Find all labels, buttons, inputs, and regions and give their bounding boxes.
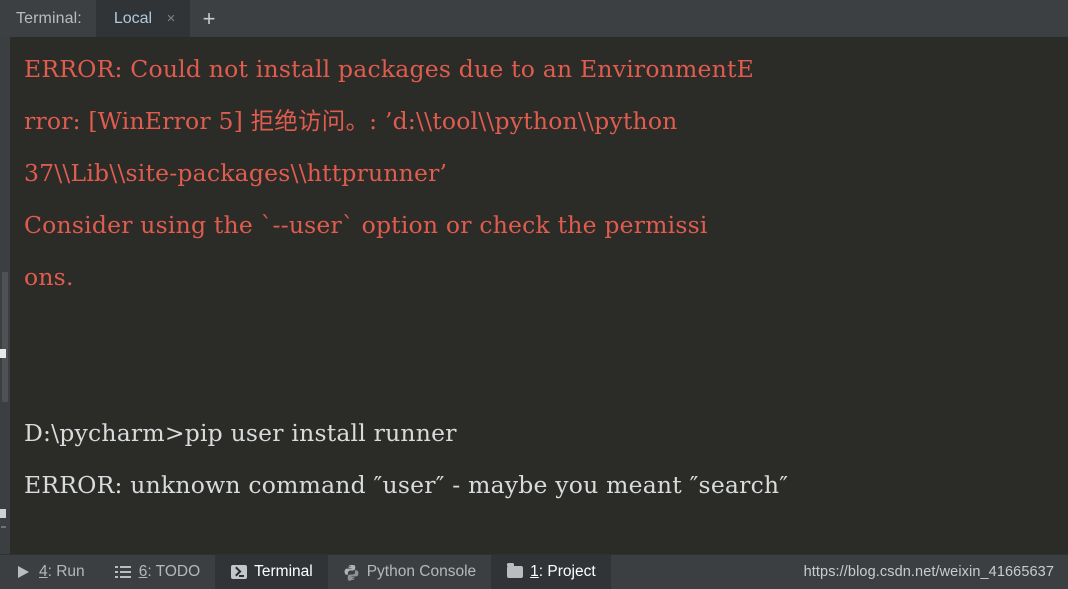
status-button-run-shortcut: 4	[39, 563, 48, 580]
scrollbar-marker-bottom	[0, 509, 6, 518]
terminal-line: rror: [WinError 5] 拒绝访问。: ’d:\\tool\\pyt…	[24, 107, 678, 135]
status-button-terminal[interactable]: Terminal	[215, 555, 328, 589]
close-icon[interactable]: ×	[164, 11, 178, 26]
terminal-tab-label: Local	[113, 9, 153, 27]
terminal-scrollbar[interactable]	[0, 37, 10, 554]
terminal-line: 37\\Lib\\site-packages\\httprunner’	[24, 159, 448, 187]
python-icon	[343, 564, 360, 581]
scrollbar-marker-top	[0, 349, 6, 358]
status-button-python-console-label: Python Console	[366, 563, 477, 580]
status-bar: 4: Run 6: TODO Terminal Python Console 1…	[0, 554, 1068, 589]
terminal-line: ons.	[24, 263, 74, 291]
status-button-run-label: 4: Run	[39, 563, 85, 580]
folder-icon	[506, 563, 523, 581]
todo-list-icon	[115, 564, 132, 581]
terminal-line: ERROR: unknown command ″user″ - maybe yo…	[24, 471, 789, 499]
terminal-tool-window-title: Terminal:	[16, 9, 82, 27]
status-button-project[interactable]: 1: Project	[491, 555, 611, 589]
status-button-terminal-label: Terminal	[254, 563, 313, 580]
status-button-python-console[interactable]: Python Console	[328, 555, 491, 589]
terminal-body: ERROR: Could not install packages due to…	[0, 37, 1068, 554]
status-button-project-label: 1: Project	[530, 563, 596, 580]
status-button-project-shortcut: 1	[530, 563, 539, 580]
scrollbar-thumb[interactable]	[2, 272, 8, 402]
status-button-todo-label: 6: TODO	[138, 563, 201, 580]
add-tab-icon[interactable]: +	[190, 0, 228, 37]
terminal-line: Consider using the `--user` option or ch…	[24, 211, 708, 239]
status-button-run[interactable]: 4: Run	[0, 555, 100, 589]
watermark-url: https://blog.csdn.net/weixin_41665637	[803, 564, 1054, 580]
status-button-todo[interactable]: 6: TODO	[100, 555, 215, 589]
terminal-line: ERROR: Could not install packages due to…	[24, 55, 754, 83]
terminal-tab-bar: Terminal: Local × +	[0, 0, 1068, 37]
terminal-icon	[230, 564, 247, 581]
terminal-line-prompt: D:\pycharm>pip user install runner	[24, 419, 457, 447]
terminal-tab-local[interactable]: Local ×	[95, 0, 191, 37]
play-icon	[15, 564, 32, 581]
ide-terminal-window: Terminal: Local × + ERROR: Could not ins…	[0, 0, 1068, 589]
scrollbar-tick	[1, 526, 6, 528]
terminal-output[interactable]: ERROR: Could not install packages due to…	[10, 37, 1068, 554]
